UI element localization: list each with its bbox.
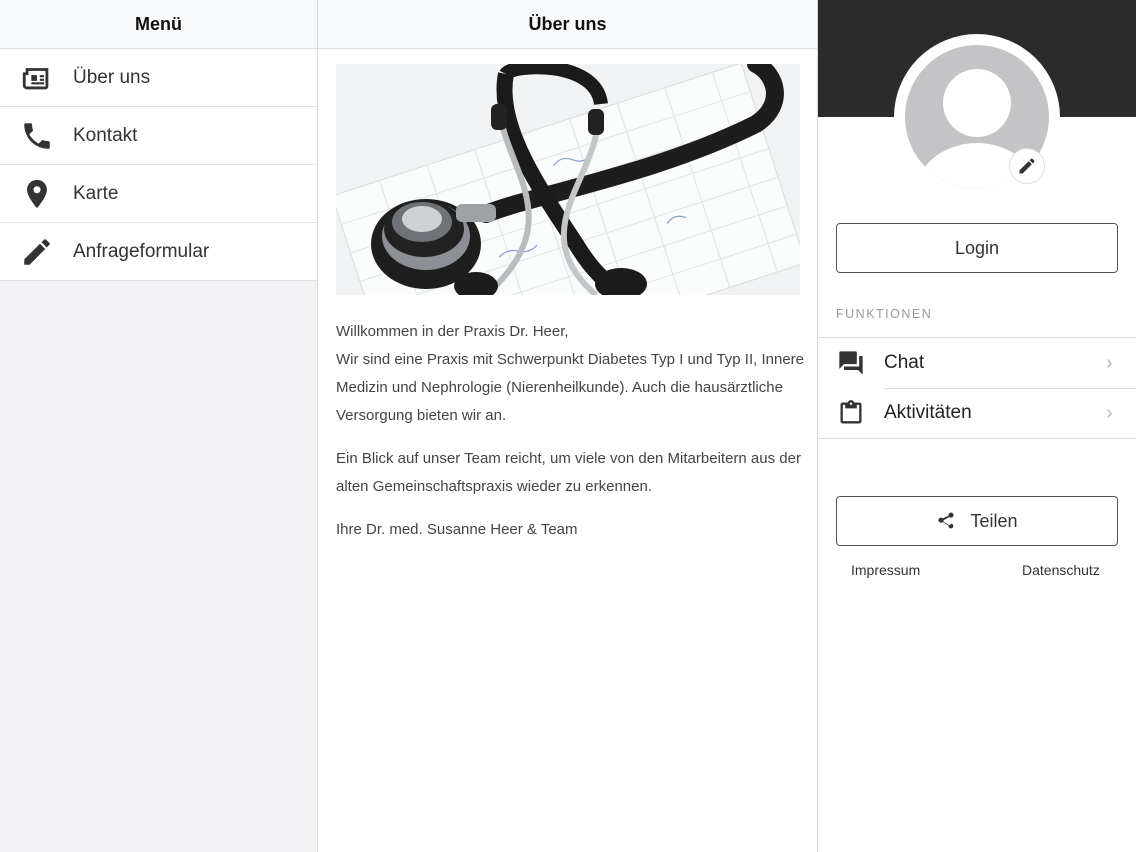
newspaper-icon (0, 61, 73, 95)
menu-item-label: Karte (73, 182, 119, 204)
clipboard-icon (818, 399, 884, 427)
function-label: Chat (884, 352, 925, 373)
chat-icon (818, 349, 884, 377)
team-paragraph: Ein Blick auf unser Team reicht, um viel… (336, 450, 801, 495)
menu-item-label: Über uns (73, 66, 151, 88)
menu-item-label: Kontakt (73, 124, 138, 146)
chevron-right-icon: › (1106, 351, 1113, 374)
function-item-chat[interactable]: Chat › (818, 338, 1136, 388)
share-label: Teilen (970, 510, 1018, 531)
pencil-icon (1019, 158, 1035, 174)
function-item-aktivitaeten[interactable]: Aktivitäten › (818, 388, 1136, 438)
functions-list: Chat › Aktivitäten › (818, 337, 1136, 439)
menu-title: Menü (0, 0, 317, 49)
intro-text: Wir sind eine Praxis mit Schwerpunkt Dia… (336, 351, 804, 424)
menu-pane: Menü Über uns Kontakt Karte Anfrageformu… (0, 0, 318, 852)
greeting-text: Willkommen in der Praxis Dr. Heer, (336, 323, 569, 340)
content-paragraph: Willkommen in der Praxis Dr. Heer, Wir s… (336, 318, 806, 430)
menu-item-anfrageformular[interactable]: Anfrageformular (0, 223, 317, 281)
account-pane: Login FUNKTIONEN Chat › Aktivitäten › Te… (818, 0, 1136, 852)
menu-item-kontakt[interactable]: Kontakt (0, 107, 317, 165)
page-title: Über uns (318, 0, 817, 49)
datenschutz-link[interactable]: Datenschutz (1022, 562, 1100, 578)
map-pin-icon (0, 177, 73, 211)
menu-item-karte[interactable]: Karte (0, 165, 317, 223)
share-icon (938, 512, 954, 529)
menu-item-ueber-uns[interactable]: Über uns (0, 49, 317, 107)
menu-item-label: Anfrageformular (73, 240, 210, 262)
impressum-link[interactable]: Impressum (851, 562, 920, 578)
chevron-right-icon: › (1106, 401, 1113, 424)
phone-icon (0, 119, 73, 153)
menu-list: Über uns Kontakt Karte Anfrageformular (0, 49, 317, 281)
content-pane: Über uns Willkommen in der Praxis Dr. He… (318, 0, 818, 852)
section-label: FUNKTIONEN (836, 307, 933, 321)
signature-paragraph: Ihre Dr. med. Susanne Heer & Team (336, 521, 578, 538)
edit-avatar-button[interactable] (1009, 148, 1045, 184)
login-button[interactable]: Login (836, 223, 1118, 273)
share-button[interactable]: Teilen (836, 496, 1118, 546)
pencil-icon (0, 235, 73, 269)
stethoscope-image (336, 64, 800, 295)
content-text: Willkommen in der Praxis Dr. Heer, Wir s… (336, 318, 806, 559)
function-label: Aktivitäten (884, 402, 972, 423)
